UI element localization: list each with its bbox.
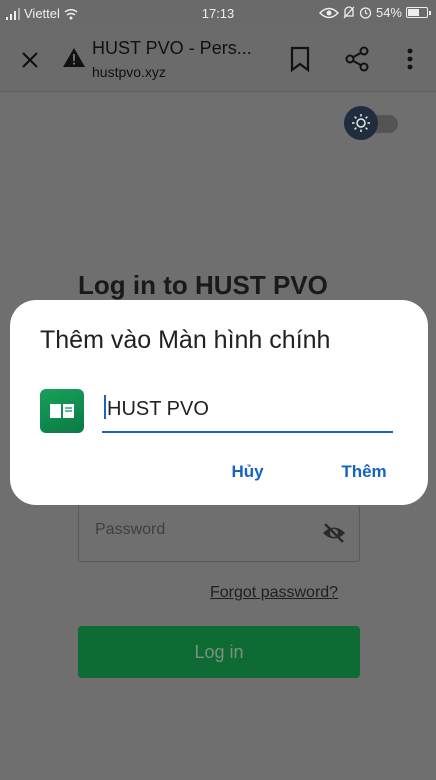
status-bar: Viettel 17:13 54% <box>0 0 436 28</box>
app-name-value: HUST PVO <box>107 398 209 420</box>
login-button[interactable]: Log in <box>78 626 360 678</box>
cancel-button[interactable]: Hủy <box>220 459 275 485</box>
add-button[interactable]: Thêm <box>332 459 396 485</box>
add-to-home-dialog: Thêm vào Màn hình chính HUST PVO Hủy Thê… <box>10 300 428 505</box>
sun-icon <box>352 114 370 132</box>
dialog-title: Thêm vào Màn hình chính <box>40 326 331 354</box>
forgot-password-link[interactable]: Forgot password? <box>210 584 338 602</box>
app-name-input[interactable]: HUST PVO <box>102 395 393 433</box>
text-cursor <box>104 395 106 419</box>
battery-icon <box>406 7 431 18</box>
battery-percent: 54% <box>375 5 402 20</box>
alarm-icon <box>359 7 372 19</box>
browser-toolbar: HUST PVO - Pers... hustpvo.xyz <box>0 28 436 92</box>
page-title[interactable]: HUST PVO - Pers... <box>92 38 262 59</box>
login-heading: Log in to HUST PVO <box>78 270 328 300</box>
share-icon[interactable] <box>343 44 371 74</box>
toggle-knob <box>344 106 378 140</box>
bookmark-icon[interactable] <box>286 44 314 74</box>
password-field[interactable]: Password <box>78 504 360 562</box>
theme-toggle[interactable] <box>344 106 400 140</box>
eye-off-icon[interactable] <box>321 520 347 546</box>
eye-icon <box>318 7 339 18</box>
bell-off-icon <box>343 6 355 19</box>
app-icon <box>40 389 84 433</box>
status-right: 54% <box>318 5 431 20</box>
warning-icon[interactable] <box>62 46 86 70</box>
book-icon <box>50 404 74 418</box>
more-vert-icon[interactable] <box>398 44 422 74</box>
close-icon <box>22 52 38 68</box>
page-url[interactable]: hustpvo.xyz <box>92 64 166 80</box>
close-button[interactable] <box>14 44 46 76</box>
password-placeholder: Password <box>95 521 166 538</box>
